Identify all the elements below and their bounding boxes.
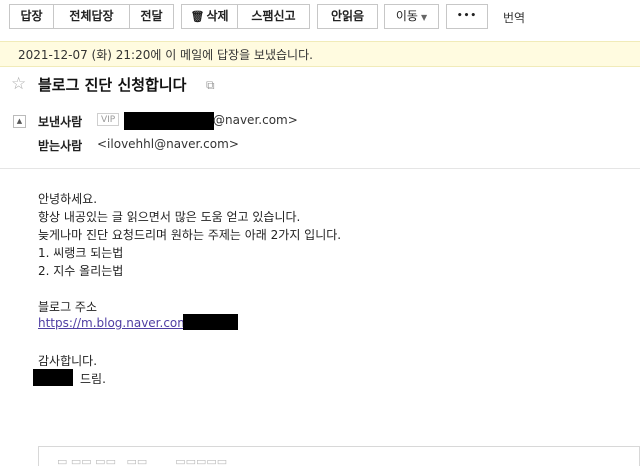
body-greeting: 안녕하세요. — [38, 192, 98, 206]
mark-unread-button[interactable]: 안읽음 — [317, 4, 378, 29]
collapse-icon[interactable]: ▲ — [13, 115, 26, 128]
reply-notice-bar: 2021-12-07 (화) 21:20에 이 메일에 답장을 보냈습니다. — [0, 41, 640, 67]
move-label: 이동 — [395, 9, 418, 23]
delete-label: 삭제 — [206, 9, 229, 23]
reply-all-label: 전체답장 — [69, 9, 114, 23]
star-icon[interactable]: ☆ — [11, 74, 26, 94]
vip-badge: VIP — [97, 113, 120, 126]
attachment-preview-box: ▭ ▭▭ ▭▭ ▭▭ ▭▭▭▭▭ — [38, 446, 640, 468]
trash-icon: 🗑 — [190, 10, 205, 23]
body-line-2: 늦게나마 진단 요청드리며 원하는 주제는 아래 2가지 입니다. — [38, 228, 342, 242]
mail-toolbar: 답장 전체답장 전달 🗑 삭제 스팸신고 안읽음 이동 ▼ ••• 번역 — [0, 0, 640, 36]
forward-label: 전달 — [140, 9, 163, 23]
spam-label: 스팸신고 — [251, 9, 296, 23]
more-button[interactable]: ••• — [446, 4, 488, 29]
signature-name-redacted — [33, 369, 73, 386]
popout-icon[interactable]: ⧉ — [206, 78, 215, 93]
move-dropdown[interactable]: 이동 ▼ — [384, 4, 439, 29]
attachment-preview-faded: ▭ ▭▭ ▭▭ ▭▭ ▭▭▭▭▭ — [57, 455, 228, 468]
sender-address-domain[interactable]: @naver.com> — [213, 113, 298, 127]
reply-button[interactable]: 답장 — [9, 4, 54, 29]
body-thanks: 감사합니다. — [38, 354, 98, 368]
reply-all-button[interactable]: 전체답장 — [54, 4, 130, 29]
recipient-address[interactable]: <ilovehhl@naver.com> — [97, 137, 239, 151]
body-item-1: 1. 씨랭크 되는법 — [38, 246, 124, 260]
reply-notice-text: 2021-12-07 (화) 21:20에 이 메일에 답장을 보냈습니다. — [18, 48, 313, 62]
reply-label: 답장 — [20, 9, 43, 23]
sender-label: 보낸사람 — [38, 115, 83, 129]
unread-label: 안읽음 — [330, 9, 365, 23]
recipient-label: 받는사람 — [38, 139, 83, 153]
body-line-1: 항상 내공있는 글 읽으면서 많은 도움 얻고 있습니다. — [38, 210, 301, 224]
blog-url-link[interactable]: https://m.blog.naver.com/ — [38, 316, 193, 330]
sender-name-redacted — [124, 112, 214, 130]
header-divider — [0, 168, 640, 169]
body-item-2: 2. 지수 올리는법 — [38, 264, 124, 278]
mail-subject: 블로그 진단 신청합니다 — [38, 76, 187, 94]
delete-button[interactable]: 🗑 삭제 — [181, 4, 238, 29]
blog-id-redacted — [183, 314, 238, 330]
forward-button[interactable]: 전달 — [130, 4, 174, 29]
spam-report-button[interactable]: 스팸신고 — [238, 4, 310, 29]
translate-link[interactable]: 번역 — [503, 9, 525, 26]
signature-suffix: 드림. — [80, 372, 106, 386]
caret-down-icon: ▼ — [420, 13, 428, 22]
more-icon: ••• — [456, 11, 478, 21]
blog-label: 블로그 주소 — [38, 300, 98, 314]
